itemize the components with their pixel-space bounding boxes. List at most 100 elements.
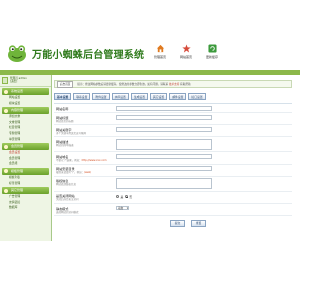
field-hint: 不要以"/"结尾，例如：http://www.xxx.com	[56, 159, 114, 162]
field-hint-text: 根目录请填写"/"，例如：	[56, 171, 85, 175]
text-field[interactable]	[116, 166, 212, 172]
app-title: 万能小蜘蛛后台管理系统	[32, 50, 145, 61]
field-hint-text: 多个关键字用英文逗号隔开	[56, 131, 87, 135]
form-row: 网站域名 不要以"/"结尾，例如：http://www.xxx.com	[54, 152, 292, 165]
form-row: 静态模式 选择网站的访问模式 动态 ▾	[54, 204, 292, 217]
form-label-cell: 网站标题 网站首页的标题	[54, 113, 116, 124]
nav-refresh[interactable]: 更新缓存	[202, 44, 222, 59]
main-content: 后台首页 提示：修改网站参数后请更新缓存，使修改的参数立即生效。如有问题，请联系…	[54, 80, 292, 246]
field-hint-text: 选择网站的访问模式	[56, 210, 79, 214]
sidebar-menu: 系统设置 网站设置 模块设置 内容管理 添加文章 文章管理 栏目管理 专题管理 单页管理 会员管理…	[0, 88, 51, 211]
home-icon	[156, 44, 164, 53]
form-control-cell	[116, 165, 292, 176]
submit-button[interactable]: 提交	[170, 220, 185, 227]
sidebar-item[interactable]: 数据库	[0, 205, 51, 211]
sidebar-section-header[interactable]: 其它管理	[2, 187, 49, 195]
notice-text-pre: 提示：修改网站参数后请更新缓存，使修改的参数立即生效。如有问题，请联系	[77, 83, 169, 86]
field-hint-text: 不要以"/"结尾，例如：	[56, 158, 82, 162]
tab-settings[interactable]: 联系设置	[73, 93, 91, 100]
sidebar-section-title: 会员管理	[11, 144, 24, 149]
section-bullet-icon	[4, 144, 8, 149]
nav-home[interactable]: 管理首页	[150, 44, 170, 59]
textarea-field[interactable]	[116, 138, 212, 150]
text-field[interactable]	[116, 114, 212, 120]
radio-button[interactable]	[124, 195, 128, 199]
section-bullet-icon	[4, 89, 8, 94]
frog-logo-icon	[8, 45, 26, 62]
sidebar-section-header[interactable]: 内容管理	[2, 107, 49, 115]
field-hint-example: /web/	[84, 171, 92, 175]
tab-settings[interactable]: 基本设置	[54, 93, 72, 100]
sidebar-item[interactable]: 标签管理	[0, 181, 51, 187]
form-row: 网站关键字 多个关键字用英文逗号隔开	[54, 125, 292, 138]
form-control-cell: 是否	[116, 192, 292, 203]
field-hint: 多个关键字用英文逗号隔开	[56, 132, 114, 135]
user-box: 管理员 admin [退出]	[0, 75, 51, 87]
form-label-cell: 网站安装目录 根目录请填写"/"，例如：/web/	[54, 165, 116, 176]
select-value: 动态	[118, 206, 124, 210]
star-icon	[181, 44, 191, 53]
tab-settings[interactable]: 其它设置	[150, 93, 168, 100]
field-hint: 网站底部版权信息	[56, 183, 114, 186]
sidebar: 管理员 admin [退出] 系统设置 网站设置 模块设置 内容管理 添加文章 文章管理栏…	[0, 75, 52, 241]
nav-refresh-label: 更新缓存	[205, 55, 218, 59]
notice-text: 提示：修改网站参数后请更新缓存，使修改的参数立即生效。如有问题，请联系 技术支持…	[77, 82, 190, 86]
field-hint: 选择网站的访问模式	[56, 211, 114, 214]
textarea-field[interactable]	[116, 178, 212, 190]
form-row: 网站安装目录 根目录请填写"/"，例如：/web/	[54, 165, 292, 177]
field-hint-text: 关闭后前台无法访问	[56, 198, 79, 202]
sidebar-section-header[interactable]: 模板管理	[2, 167, 49, 175]
reset-button[interactable]: 重置	[191, 220, 206, 227]
text-field[interactable]	[116, 153, 212, 159]
sidebar-section-title: 模板管理	[11, 168, 24, 173]
field-hint: 网站的简单描述	[56, 144, 114, 147]
form-label-cell: 网站域名 不要以"/"结尾，例如：http://www.xxx.com	[54, 152, 116, 163]
form-row: 网站描述 网站的简单描述	[54, 137, 292, 153]
radio-label: 是	[120, 194, 124, 199]
form-control-cell	[116, 113, 292, 124]
mode-select[interactable]: 动态 ▾	[116, 205, 129, 211]
radio-button[interactable]	[116, 195, 119, 199]
tab-settings[interactable]: 水印设置	[111, 93, 129, 100]
sidebar-item[interactable]: 模块设置	[0, 101, 51, 107]
form-label-cell: 版权信息 网站底部版权信息	[54, 177, 116, 191]
form-label-cell: 静态模式 选择网站的访问模式	[54, 204, 116, 215]
field-hint-text: 网站的简单描述	[56, 143, 74, 147]
header-nav: 管理首页 网站首页 更新缓存	[150, 44, 222, 59]
form-label-cell: 是否关闭网站 关闭后前台无法访问	[54, 192, 116, 203]
field-hint-example: http://www.xxx.com	[81, 158, 107, 162]
form-control-cell	[116, 104, 292, 112]
tab-settings[interactable]: 生成设置	[130, 93, 149, 100]
nav-home-label: 管理首页	[153, 55, 166, 59]
sidebar-item[interactable]: 会员组	[0, 161, 51, 167]
tab-settings[interactable]: 附件设置	[92, 93, 110, 100]
text-field[interactable]	[116, 126, 212, 132]
logout-link[interactable]: [退出]	[10, 80, 27, 83]
tab-settings[interactable]: 接口设置	[188, 93, 206, 100]
settings-form: 网站名称 网站标题 网站首页的标题 网站关键字 多个关键字用英文逗号隔开 网站描述 网站的简…	[54, 103, 292, 217]
form-label-cell: 网站名称	[54, 104, 116, 112]
sidebar-section-header[interactable]: 系统设置	[2, 88, 49, 95]
tab-settings[interactable]: 邮件设置	[169, 93, 187, 100]
sidebar-section-header[interactable]: 会员管理	[2, 143, 49, 151]
form-control-cell: 动态 ▾	[116, 204, 292, 215]
support-link[interactable]: 技术支持	[169, 83, 179, 86]
field-hint-text: 网站首页的标题	[56, 119, 74, 123]
field-hint: 网站首页的标题	[56, 120, 114, 123]
field-hint: 根目录请填写"/"，例如：/web/	[56, 171, 114, 174]
user-avatar-icon	[2, 77, 8, 84]
header: 万能小蜘蛛后台管理系统 管理首页 网站首页 更新缓存	[0, 40, 300, 70]
admin-home-button[interactable]: 后台首页	[57, 80, 74, 88]
form-control-cell	[116, 137, 292, 151]
text-field[interactable]	[116, 105, 212, 111]
sidebar-item[interactable]: 单页管理	[0, 137, 51, 143]
form-label-cell: 网站关键字 多个关键字用英文逗号隔开	[54, 125, 116, 136]
field-hint-text: 网站底部版权信息	[56, 183, 77, 187]
field-hint: 关闭后前台无法访问	[56, 198, 114, 201]
nav-website[interactable]: 网站首页	[176, 44, 196, 59]
form-row: 版权信息 网站底部版权信息	[54, 177, 292, 192]
form-row: 是否关闭网站 关闭后前台无法访问是否	[54, 192, 292, 205]
settings-tabs: 基本设置 联系设置 附件设置 水印设置 生成设置 其它设置 邮件设置 接口设置	[54, 93, 292, 100]
form-actions: 提交 重置	[54, 220, 292, 227]
form-label-cell: 网站描述 网站的简单描述	[54, 137, 116, 151]
